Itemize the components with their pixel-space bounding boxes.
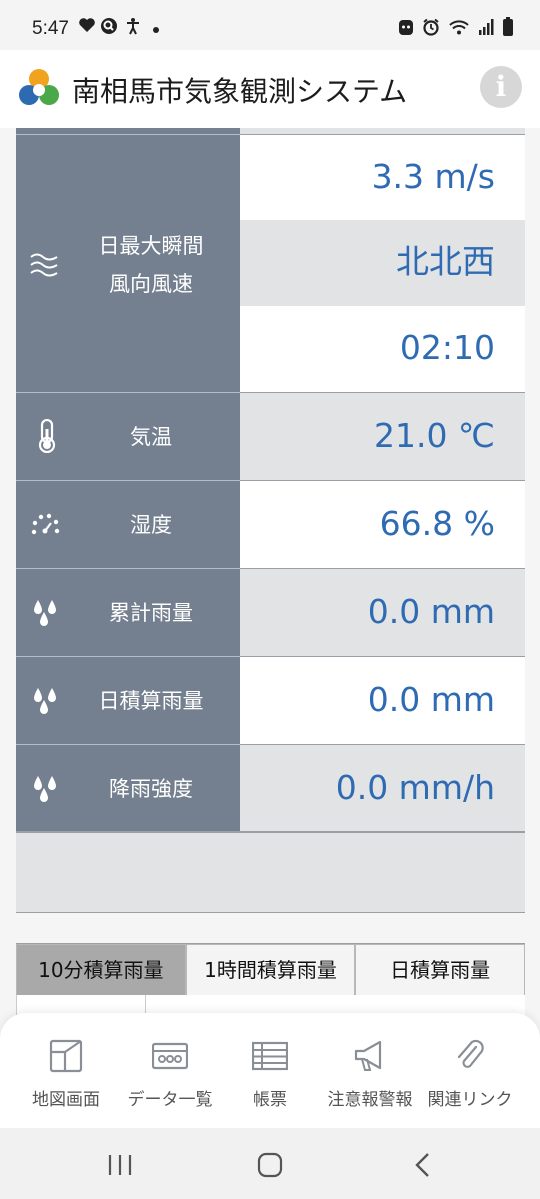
system-nav-bar [0, 1128, 540, 1199]
table-divider [16, 831, 525, 833]
wind-direction-value: 北北西 [240, 220, 525, 306]
temperature-label: 気温 [130, 425, 172, 449]
info-icon: i [495, 70, 507, 103]
cumulative-rain-label-cell: 累計雨量 [16, 568, 240, 656]
weather-table: 日最大瞬間 風向風速 3.3 m/s 北北西 02:10 気温 21.0 ℃ 湿… [16, 128, 525, 913]
cumulative-rain-label: 累計雨量 [109, 601, 193, 625]
cumulative-rain-value: 0.0 mm [240, 568, 525, 656]
nav-data-list[interactable]: データ一覧 [116, 1013, 224, 1128]
wind-time-value: 02:10 [240, 306, 525, 392]
alarm-icon [423, 18, 439, 36]
rain-intensity-label: 降雨強度 [109, 777, 193, 801]
tab-10min-rain[interactable]: 10分積算雨量 [16, 944, 186, 996]
wind-label-line2: 風向風速 [109, 272, 193, 296]
back-icon[interactable] [412, 1151, 434, 1179]
wind-label-cell: 日最大瞬間 風向風速 [16, 134, 240, 392]
humidity-value: 66.8 % [240, 480, 525, 568]
rain-tabs: 10分積算雨量 1時間積算雨量 日積算雨量 [16, 943, 526, 996]
rain-icon [34, 776, 56, 802]
bottom-nav: 地図画面 データ一覧 帳票 注意報警報 関連リンク [0, 1013, 540, 1128]
nav-warnings-label: 注意報警報 [327, 1090, 413, 1110]
nav-data-list-label: データ一覧 [127, 1090, 213, 1110]
app-header: 南相馬市気象観測システム i [0, 50, 540, 128]
humidity-icon [31, 513, 60, 535]
temperature-value: 21.0 ℃ [240, 392, 525, 480]
nav-map[interactable]: 地図画面 [12, 1013, 120, 1128]
page-title: 南相馬市気象観測システム [72, 75, 408, 108]
search-icon [101, 18, 117, 34]
recent-apps-icon[interactable] [106, 1152, 134, 1178]
humidity-label: 湿度 [130, 513, 172, 537]
city-logo-icon [19, 69, 59, 105]
thermometer-icon [38, 419, 56, 453]
map-icon [49, 1039, 83, 1073]
temperature-label-cell: 気温 [16, 392, 240, 480]
rain-intensity-label-cell: 降雨強度 [16, 744, 240, 832]
status-bar: 5:47 [0, 0, 540, 50]
rain-icon [34, 600, 56, 626]
wind-speed-value: 3.3 m/s [240, 134, 525, 220]
battery-icon [503, 17, 513, 36]
signal-icon [479, 19, 494, 35]
table-icon [252, 1041, 288, 1071]
megaphone-icon [354, 1040, 382, 1071]
nav-report[interactable]: 帳票 [216, 1013, 324, 1128]
nav-links-label: 関連リンク [427, 1090, 513, 1110]
status-time: 5:47 [32, 18, 69, 39]
daily-rain-label: 日積算雨量 [98, 689, 204, 713]
rain-intensity-value: 0.0 mm/h [240, 744, 525, 832]
alarm-face-icon [399, 20, 413, 35]
home-icon[interactable] [256, 1151, 284, 1179]
nav-links[interactable]: 関連リンク [416, 1013, 524, 1128]
wind-icon [30, 253, 58, 277]
nav-report-label: 帳票 [253, 1090, 287, 1110]
humidity-label-cell: 湿度 [16, 480, 240, 568]
dot-icon [153, 27, 159, 33]
tab-daily-rain[interactable]: 日積算雨量 [355, 944, 526, 996]
nav-warnings[interactable]: 注意報警報 [316, 1013, 424, 1128]
paperclip-icon [457, 1039, 484, 1068]
tab-1hour-rain[interactable]: 1時間積算雨量 [185, 944, 356, 996]
daily-rain-label-cell: 日積算雨量 [16, 656, 240, 744]
daily-rain-value: 0.0 mm [240, 656, 525, 744]
accessibility-icon [127, 18, 139, 35]
wind-label-line1: 日最大瞬間 [98, 234, 204, 258]
info-button[interactable]: i [480, 66, 522, 108]
main-content[interactable]: 日最大瞬間 風向風速 3.3 m/s 北北西 02:10 気温 21.0 ℃ 湿… [0, 128, 540, 1128]
nav-map-label: 地図画面 [32, 1090, 100, 1110]
wifi-icon [449, 20, 469, 35]
heart-icon [79, 18, 95, 32]
data-list-icon [152, 1042, 188, 1070]
rain-icon [34, 688, 56, 714]
